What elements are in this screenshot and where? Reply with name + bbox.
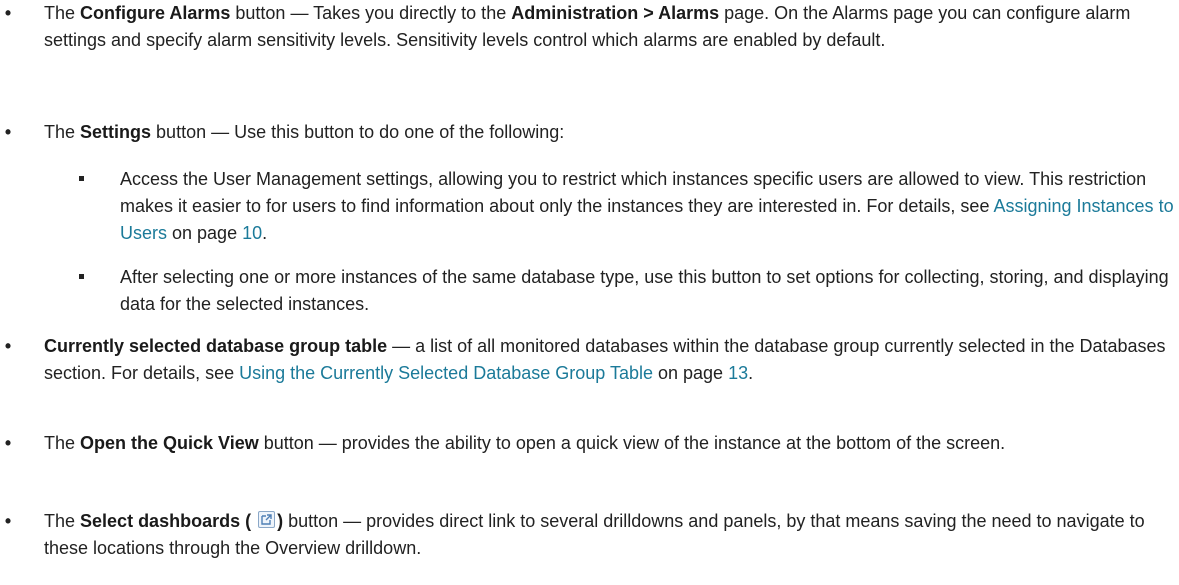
link-page-10[interactable]: 10 — [242, 223, 262, 243]
bullet-marker: • — [4, 3, 12, 23]
bullet-text: Currently selected database group table … — [44, 336, 1166, 383]
bullet-text: The Open the Quick View button — provide… — [44, 433, 1006, 453]
term-open-quick-view: Open the Quick View — [80, 433, 259, 453]
bullet-marker: • — [4, 336, 12, 356]
term-database-group-table: Currently selected database group table — [44, 336, 388, 356]
term-settings: Settings — [80, 122, 152, 142]
bullet-text: The Configure Alarms button — Takes you … — [44, 3, 1131, 50]
bullet-marker: • — [4, 122, 12, 142]
term-administration-alarms: Administration > Alarms — [511, 3, 720, 23]
external-link-icon — [258, 511, 276, 528]
bullet-marker: • — [4, 511, 12, 531]
link-using-database-group-table[interactable]: Using the Currently Selected Database Gr… — [239, 363, 653, 383]
sub-bullet-text: Access the User Management settings, all… — [120, 169, 1174, 243]
document-page: • The Configure Alarms button — Takes yo… — [0, 0, 1179, 585]
bullet-text: The Settings button — Use this button to… — [44, 122, 565, 142]
sub-bullet-text: After selecting one or more instances of… — [120, 267, 1169, 314]
bullet-marker: • — [4, 433, 12, 453]
term-select-dashboards: Select dashboards ( ) — [80, 511, 284, 531]
square-bullet-marker — [77, 264, 85, 291]
bullet-text: The Select dashboards ( ) button — provi… — [44, 511, 1145, 558]
square-bullet-marker — [77, 166, 85, 193]
term-configure-alarms: Configure Alarms — [80, 3, 231, 23]
link-page-13[interactable]: 13 — [728, 363, 748, 383]
